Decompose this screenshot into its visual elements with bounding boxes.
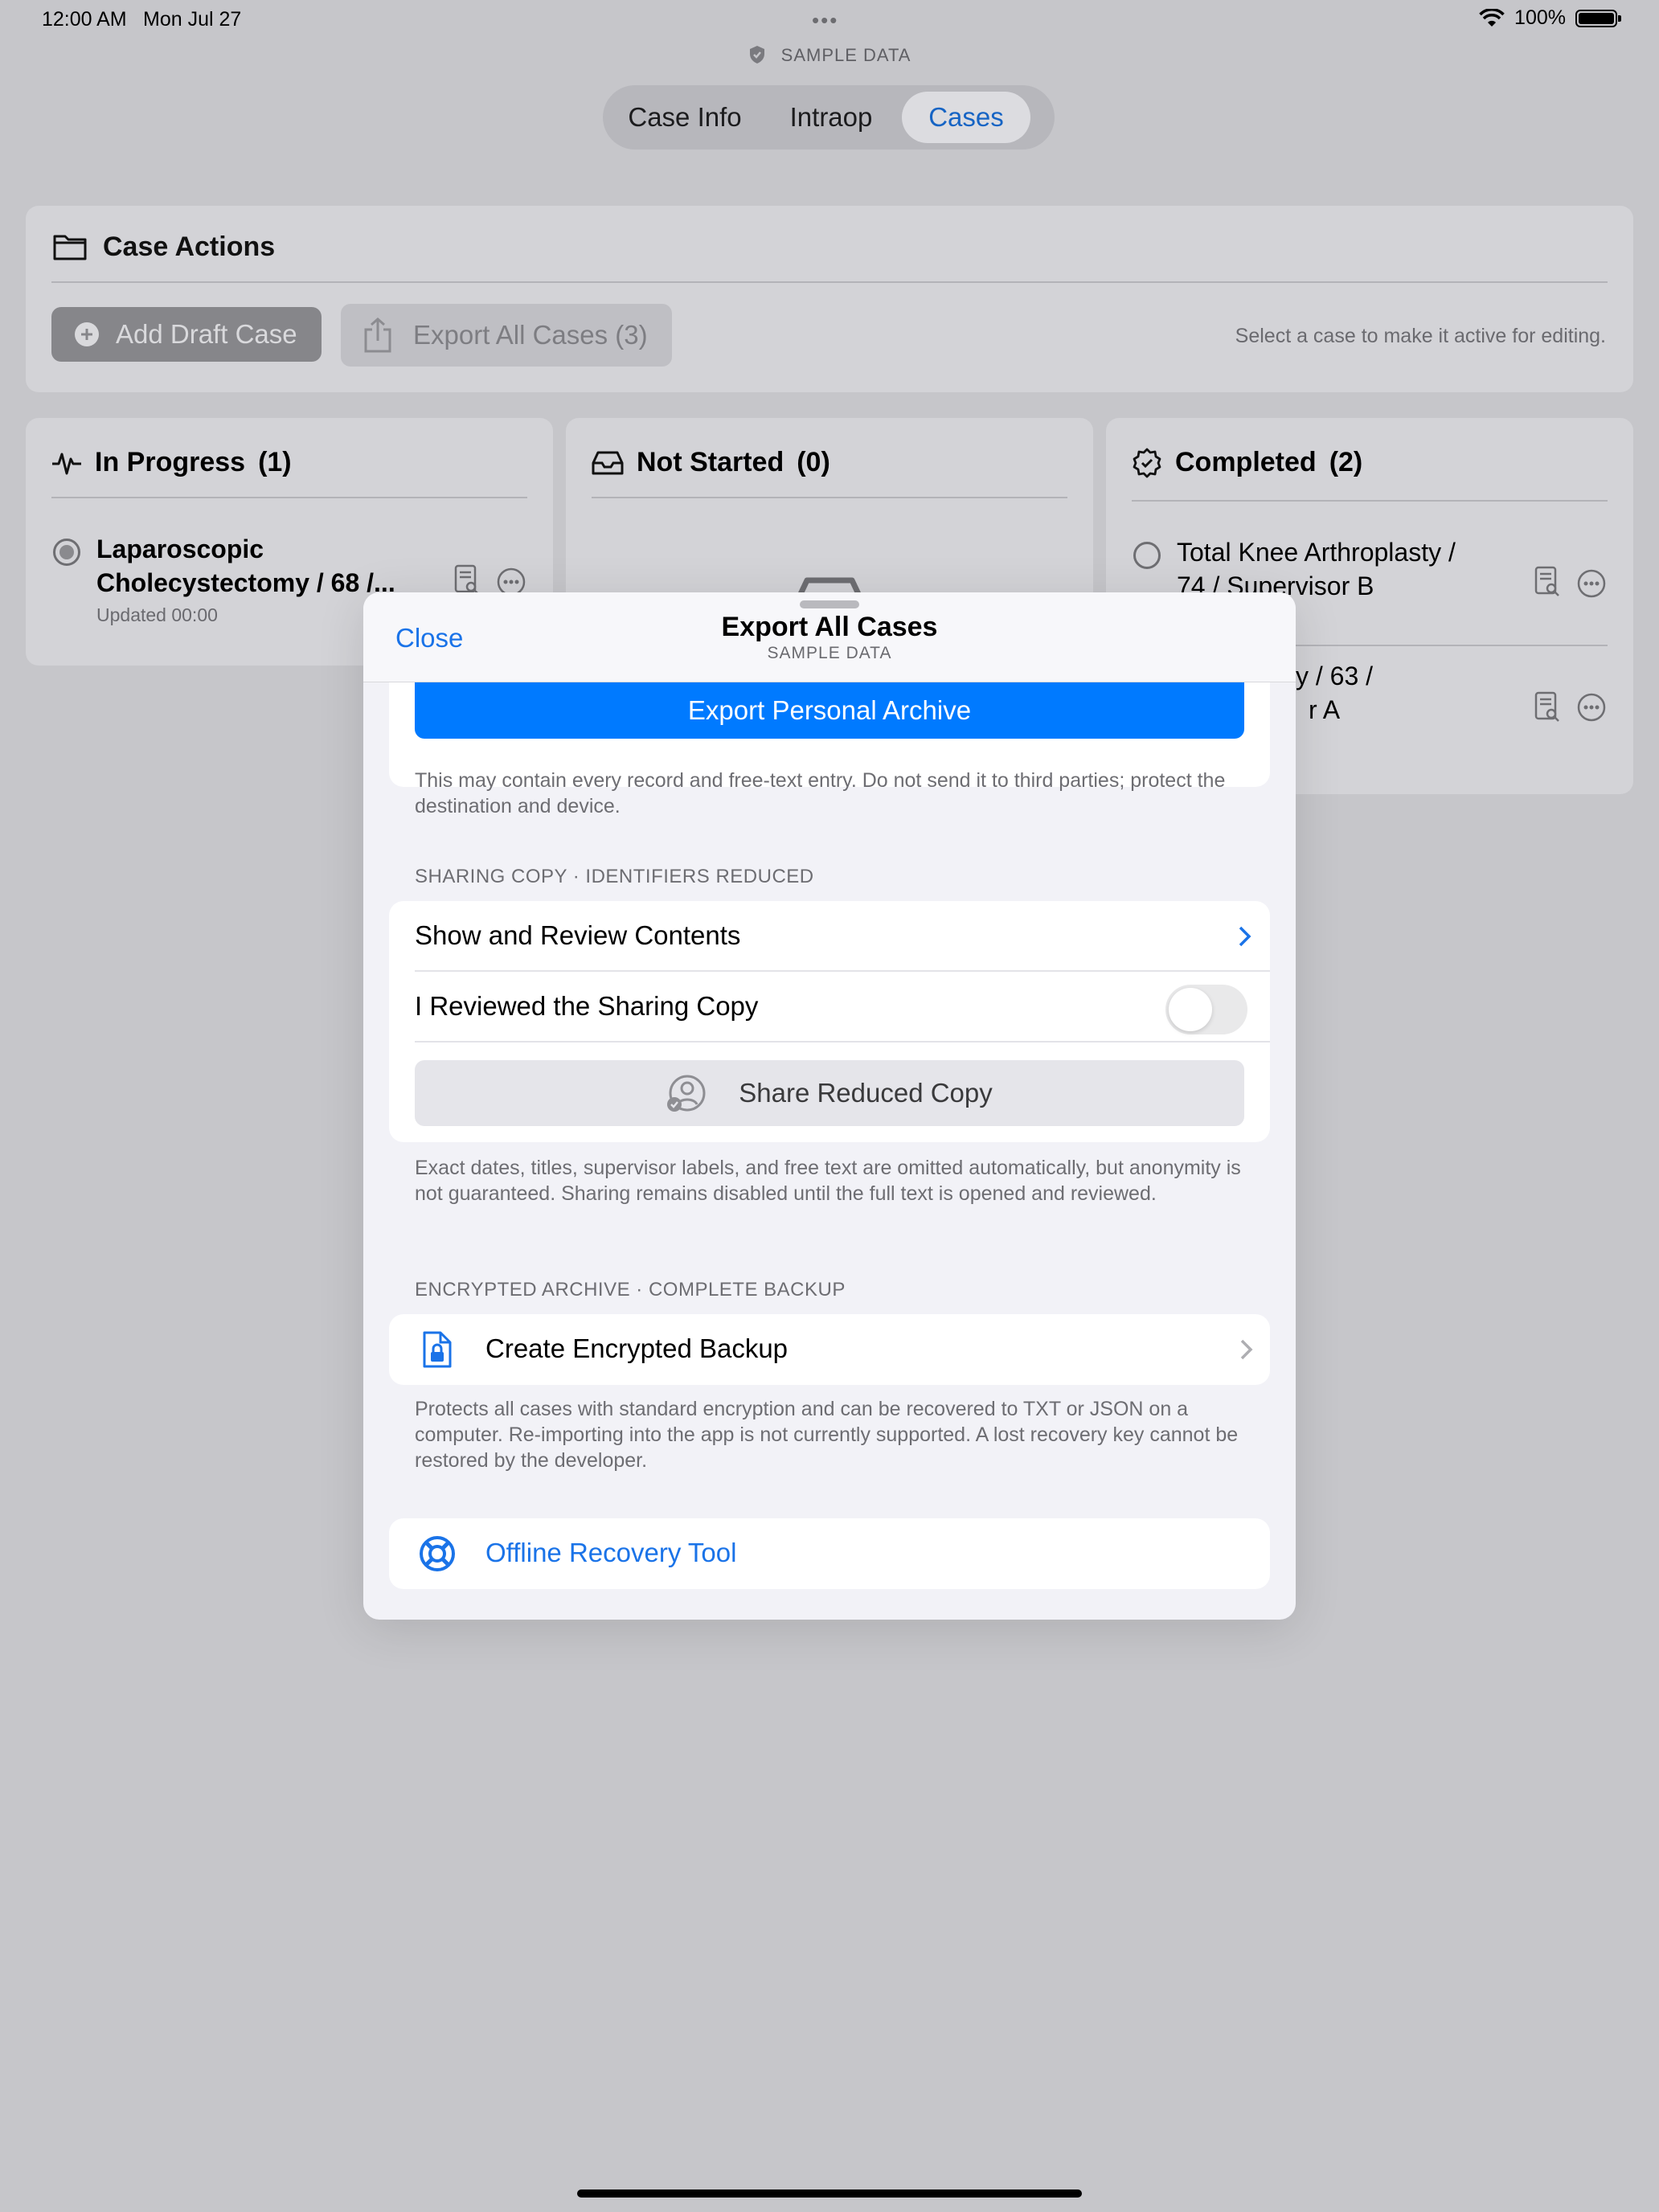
status-time: 12:00 AM [42, 8, 127, 31]
completed-header: Completed (2) [1132, 447, 1362, 478]
case-title-line-1[interactable]: Laparoscopic [96, 532, 264, 566]
document-search-icon[interactable] [1534, 566, 1561, 598]
sheet-grabber[interactable] [800, 600, 859, 608]
reviewed-sharing-copy-label: I Reviewed the Sharing Copy [415, 991, 759, 1021]
completed-case-2-line-2[interactable]: r A [1309, 693, 1340, 727]
status-right: 100% [1479, 6, 1621, 30]
sheet-header: Close Export All Cases SAMPLE DATA [363, 592, 1296, 682]
document-lock-icon [423, 1331, 452, 1368]
case-title-line-2[interactable]: Cholecystectomy / 68 /... [96, 566, 395, 600]
waveform-path-icon [52, 453, 81, 474]
tab-intraop[interactable]: Intraop [760, 92, 902, 143]
encrypted-backup-note: Protects all cases with standard encrypt… [415, 1398, 1239, 1472]
tray-icon [592, 451, 624, 474]
sharing-copy-note: Exact dates, titles, supervisor labels, … [415, 1157, 1241, 1205]
tab-case-info[interactable]: Case Info [609, 92, 760, 143]
tab-cases[interactable]: Cases [902, 92, 1030, 143]
document-search-icon[interactable] [453, 564, 481, 596]
personal-archive-note: This may contain every record and free-t… [415, 769, 1226, 817]
sharing-copy-group: Show and Review Contents I Reviewed the … [389, 901, 1270, 1142]
sharing-section-header: SHARING COPY · IDENTIFIERS REDUCED [415, 866, 814, 887]
checkmark-seal-icon [1133, 448, 1161, 477]
section-segmented-control: Case Info Intraop Cases [603, 85, 1055, 150]
reviewed-sharing-copy-toggle[interactable] [1165, 985, 1247, 1034]
encrypted-section-header: ENCRYPTED ARCHIVE · COMPLETE BACKUP [415, 1279, 846, 1301]
row-separator [415, 970, 1270, 972]
create-encrypted-backup-row[interactable]: Create Encrypted Backup [485, 1333, 788, 1364]
multitasking-dots-icon[interactable]: ••• [812, 8, 838, 33]
folder-icon [53, 235, 87, 260]
case-radio-selected[interactable] [53, 539, 80, 566]
battery-percent: 100% [1514, 6, 1566, 29]
not-started-header: Not Started (0) [592, 447, 830, 478]
case-updated: Updated 00:00 [96, 604, 218, 625]
divider [1132, 500, 1608, 502]
person-shield-icon [667, 1075, 706, 1112]
show-review-contents-row[interactable]: Show and Review Contents [415, 920, 740, 951]
share-reduced-copy-button[interactable]: Share Reduced Copy [415, 1060, 1244, 1126]
more-options-icon[interactable] [1577, 693, 1606, 722]
divider [592, 497, 1067, 498]
encrypted-backup-group: Create Encrypted Backup [389, 1314, 1270, 1385]
sheet-subtitle: SAMPLE DATA [767, 644, 892, 662]
case-actions-title: Case Actions [103, 231, 276, 262]
home-indicator[interactable] [577, 2189, 1082, 2198]
divider [51, 497, 527, 498]
sheet-title: Export All Cases [721, 612, 938, 642]
plus-circle-icon [75, 322, 99, 346]
share-icon [364, 317, 391, 353]
case-actions-card: Case Actions Add Draft Case Export All C… [26, 206, 1633, 392]
more-options-icon[interactable] [1577, 569, 1606, 598]
lifepreserver-icon [420, 1536, 455, 1571]
in-progress-header: In Progress (1) [51, 447, 292, 478]
export-all-cases-sheet: Export Personal Archive This may contain… [363, 592, 1296, 1620]
select-case-hint: Select a case to make it active for edit… [1235, 325, 1606, 347]
case-radio[interactable] [1133, 542, 1161, 569]
export-all-cases-button[interactable]: Export All Cases (3) [341, 304, 672, 367]
shield-check-icon [749, 46, 764, 63]
offline-recovery-group: Offline Recovery Tool [389, 1518, 1270, 1589]
export-personal-archive-button[interactable]: Export Personal Archive [415, 682, 1244, 739]
divider [51, 281, 1608, 283]
chevron-right-icon[interactable] [1238, 925, 1252, 948]
completed-case-2-line-1[interactable]: y / 63 / [1296, 659, 1373, 693]
sample-data-label: SAMPLE DATA [0, 45, 1659, 66]
completed-case-1-line-1[interactable]: Total Knee Arthroplasty / [1177, 535, 1456, 569]
status-bar: 12:00 AM Mon Jul 27 ••• 100% [0, 0, 1659, 39]
add-draft-case-button[interactable]: Add Draft Case [51, 307, 322, 362]
status-date: Mon Jul 27 [143, 8, 242, 31]
battery-icon [1575, 9, 1621, 27]
chevron-right-icon[interactable] [1239, 1338, 1254, 1361]
document-search-icon[interactable] [1534, 691, 1561, 723]
row-separator [415, 1041, 1270, 1043]
offline-recovery-tool-link[interactable]: Offline Recovery Tool [485, 1538, 736, 1568]
wifi-icon [1479, 8, 1505, 27]
